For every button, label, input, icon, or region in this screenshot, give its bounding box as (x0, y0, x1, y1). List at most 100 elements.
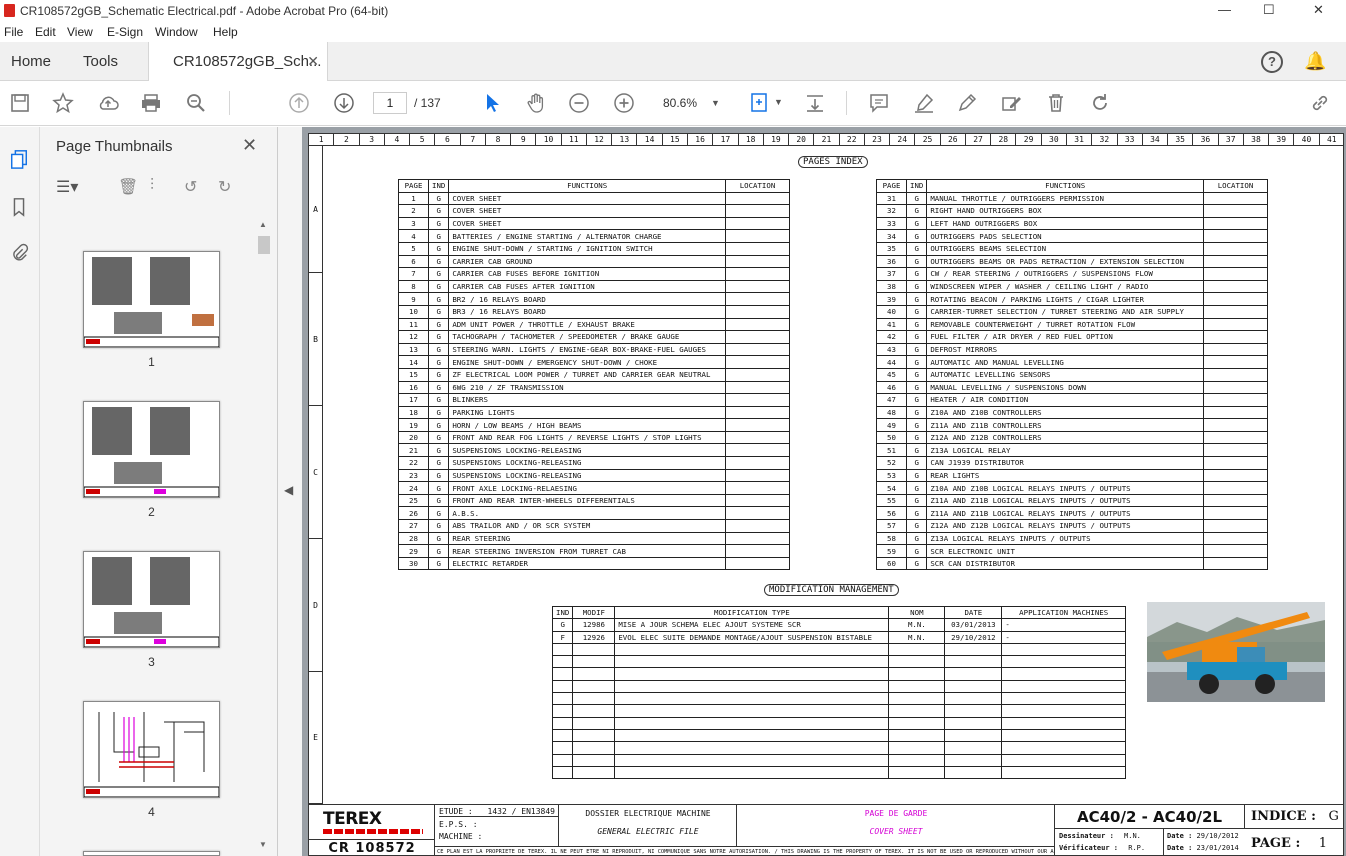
scroll-down-icon[interactable]: ▼ (259, 840, 267, 849)
verificateur-value: R.P. (1128, 844, 1146, 852)
thumbnail-scrollbar[interactable]: ▲ ▼ (258, 220, 270, 856)
index-ind-cell: G (905, 367, 928, 382)
print-icon[interactable] (138, 90, 164, 116)
page-label: PAGE : (1251, 836, 1301, 851)
draw-pen-icon[interactable] (954, 90, 980, 116)
index-row: 55 G Z11A AND Z11B LOGICAL RELAYS INPUTS /… (876, 493, 1268, 508)
document-view[interactable]: 1 2 3 4 5 6 7 8 9 10 11 12 13 14 15 16 17 18 19 20 21 22 23 24 2… (302, 127, 1346, 856)
rotate-cw-icon[interactable]: ↻ (218, 177, 231, 197)
bookmarks-icon[interactable] (7, 195, 31, 219)
index-page-cell: 48 (876, 405, 907, 420)
next-page-icon[interactable] (331, 90, 357, 116)
index-row: 32 G RIGHT HAND OUTRIGGERS BOX (876, 204, 1268, 218)
index-location-cell (1203, 493, 1268, 508)
mod-ind-cell (551, 679, 574, 694)
zoom-out-icon[interactable] (566, 90, 592, 116)
index-location-cell (725, 241, 790, 256)
scroll-mode-icon[interactable] (802, 90, 828, 116)
zoom-in-icon[interactable] (611, 90, 637, 116)
comment-icon[interactable] (866, 90, 892, 116)
mod-date-cell (944, 704, 1003, 718)
zoom-select[interactable]: 80.6% ▼ (655, 92, 725, 114)
scrollbar-thumb[interactable] (258, 236, 270, 254)
menu-edit[interactable]: Edit (35, 25, 56, 39)
panel-close-icon[interactable]: ✕ (242, 135, 257, 156)
mod-modif-cell (572, 642, 616, 657)
col-header-ind: IND (427, 179, 450, 193)
mod-ind-cell: G (551, 618, 574, 632)
index-location-cell (725, 267, 790, 281)
thumb-delete-icon[interactable]: 🗑 (118, 177, 138, 197)
index-row: 45 G AUTOMATIC LEVELLING SENSORS (876, 367, 1268, 382)
zoom-search-icon[interactable] (183, 90, 209, 116)
index-row: 3 G COVER SHEET (398, 216, 790, 231)
thumbnail-page-3[interactable] (83, 551, 220, 648)
bookmark-star-icon[interactable] (50, 90, 76, 116)
save-icon[interactable] (7, 90, 33, 116)
page-fit-dropdown-icon[interactable]: ▼ (774, 97, 783, 107)
thumbnail-page-1[interactable] (83, 251, 220, 348)
column-number: 35 (1168, 134, 1194, 145)
share-link-icon[interactable] (1307, 90, 1333, 116)
hand-tool-icon[interactable] (523, 90, 549, 116)
tab-document[interactable]: CR108572gGB_Sch... ✕ (148, 42, 328, 82)
menu-window[interactable]: Window (155, 25, 198, 39)
index-page-cell: 25 (398, 493, 429, 508)
menu-view[interactable]: View (67, 25, 93, 39)
mod-application-cell: - (1001, 618, 1126, 632)
tab-home[interactable]: Home (11, 42, 51, 81)
index-row: 19 G HORN / LOW BEAMS / HIGH BEAMS (398, 418, 790, 432)
mod-date-cell: 29/10/2012 (944, 630, 1003, 644)
help-icon[interactable]: ? (1261, 51, 1283, 73)
delete-trash-icon[interactable] (1043, 90, 1069, 116)
index-function-cell: REAR STEERING (448, 531, 726, 546)
mod-nom-cell (888, 741, 946, 755)
index-row: 43 G DEFROST MIRRORS (876, 342, 1268, 357)
maximize-button[interactable]: ☐ (1263, 2, 1275, 18)
index-page-cell: 17 (398, 393, 429, 407)
page-number-input[interactable]: 1 (373, 92, 407, 114)
highlight-pen-icon[interactable] (911, 90, 937, 116)
index-row: 25 G FRONT AND REAR INTER-WHEELS DIFFERENT… (398, 493, 790, 508)
thumb-insert-icon[interactable]: ⫶ (150, 177, 154, 195)
index-row: 56 G Z11A AND Z11B LOGICAL RELAYS INPUTS /… (876, 506, 1268, 521)
index-page-cell: 4 (398, 229, 429, 243)
index-page-cell: 41 (876, 317, 907, 332)
index-function-cell: REAR STEERING INVERSION FROM TURRET CAB (448, 544, 726, 558)
minimize-button[interactable]: — (1218, 2, 1231, 17)
rotate-icon[interactable] (1087, 90, 1113, 116)
general-file-label: GENERAL ELECTRIC FILE (597, 827, 699, 836)
tab-tools[interactable]: Tools (83, 42, 118, 81)
column-number: 17 (713, 134, 739, 145)
index-row: 11 G ADM UNIT POWER / THROTTLE / EXHAUST B… (398, 317, 790, 332)
menu-esign[interactable]: E-Sign (107, 25, 143, 39)
thumbnail-page-5[interactable] (83, 851, 220, 856)
tab-close-icon[interactable]: ✕ (307, 42, 319, 81)
fill-sign-icon[interactable] (998, 90, 1024, 116)
cover-sheet-label: COVER SHEET (869, 827, 923, 836)
scroll-up-icon[interactable]: ▲ (259, 220, 267, 229)
panel-collapse-handle[interactable]: ◀ (278, 127, 302, 856)
menu-file[interactable]: File (4, 25, 23, 39)
col-header-functions: FUNCTIONS (448, 179, 726, 193)
rotate-ccw-icon[interactable]: ↺ (184, 177, 197, 197)
etude-cell: ETUDE : 1432 / EN13849 E.P.S. : MACHINE … (435, 805, 559, 846)
mod-date-cell (944, 655, 1003, 669)
dossier-cell: DOSSIER ELECTRIQUE MACHINE GENERAL ELECT… (559, 805, 737, 846)
options-menu-icon[interactable]: ☰▾ (56, 177, 78, 197)
menu-help[interactable]: Help (213, 25, 238, 39)
upload-cloud-icon[interactable] (95, 90, 121, 116)
page-thumbnails-icon[interactable] (7, 147, 31, 171)
close-window-button[interactable]: ✕ (1313, 2, 1324, 18)
thumbnail-page-4[interactable] (83, 701, 220, 798)
index-row: 13 G STEERING WARN. LIGHTS / ENGINE-GEAR B… (398, 342, 790, 357)
select-cursor-icon[interactable] (479, 90, 505, 116)
index-ind-cell: G (427, 216, 450, 231)
index-location-cell (1203, 456, 1268, 470)
previous-page-icon[interactable] (286, 90, 312, 116)
page-fit-icon[interactable] (747, 90, 773, 116)
attachments-icon[interactable] (7, 240, 31, 264)
thumbnail-page-2[interactable] (83, 401, 220, 498)
bell-icon[interactable]: 🔔 (1304, 51, 1326, 72)
index-ind-cell: G (427, 456, 450, 470)
